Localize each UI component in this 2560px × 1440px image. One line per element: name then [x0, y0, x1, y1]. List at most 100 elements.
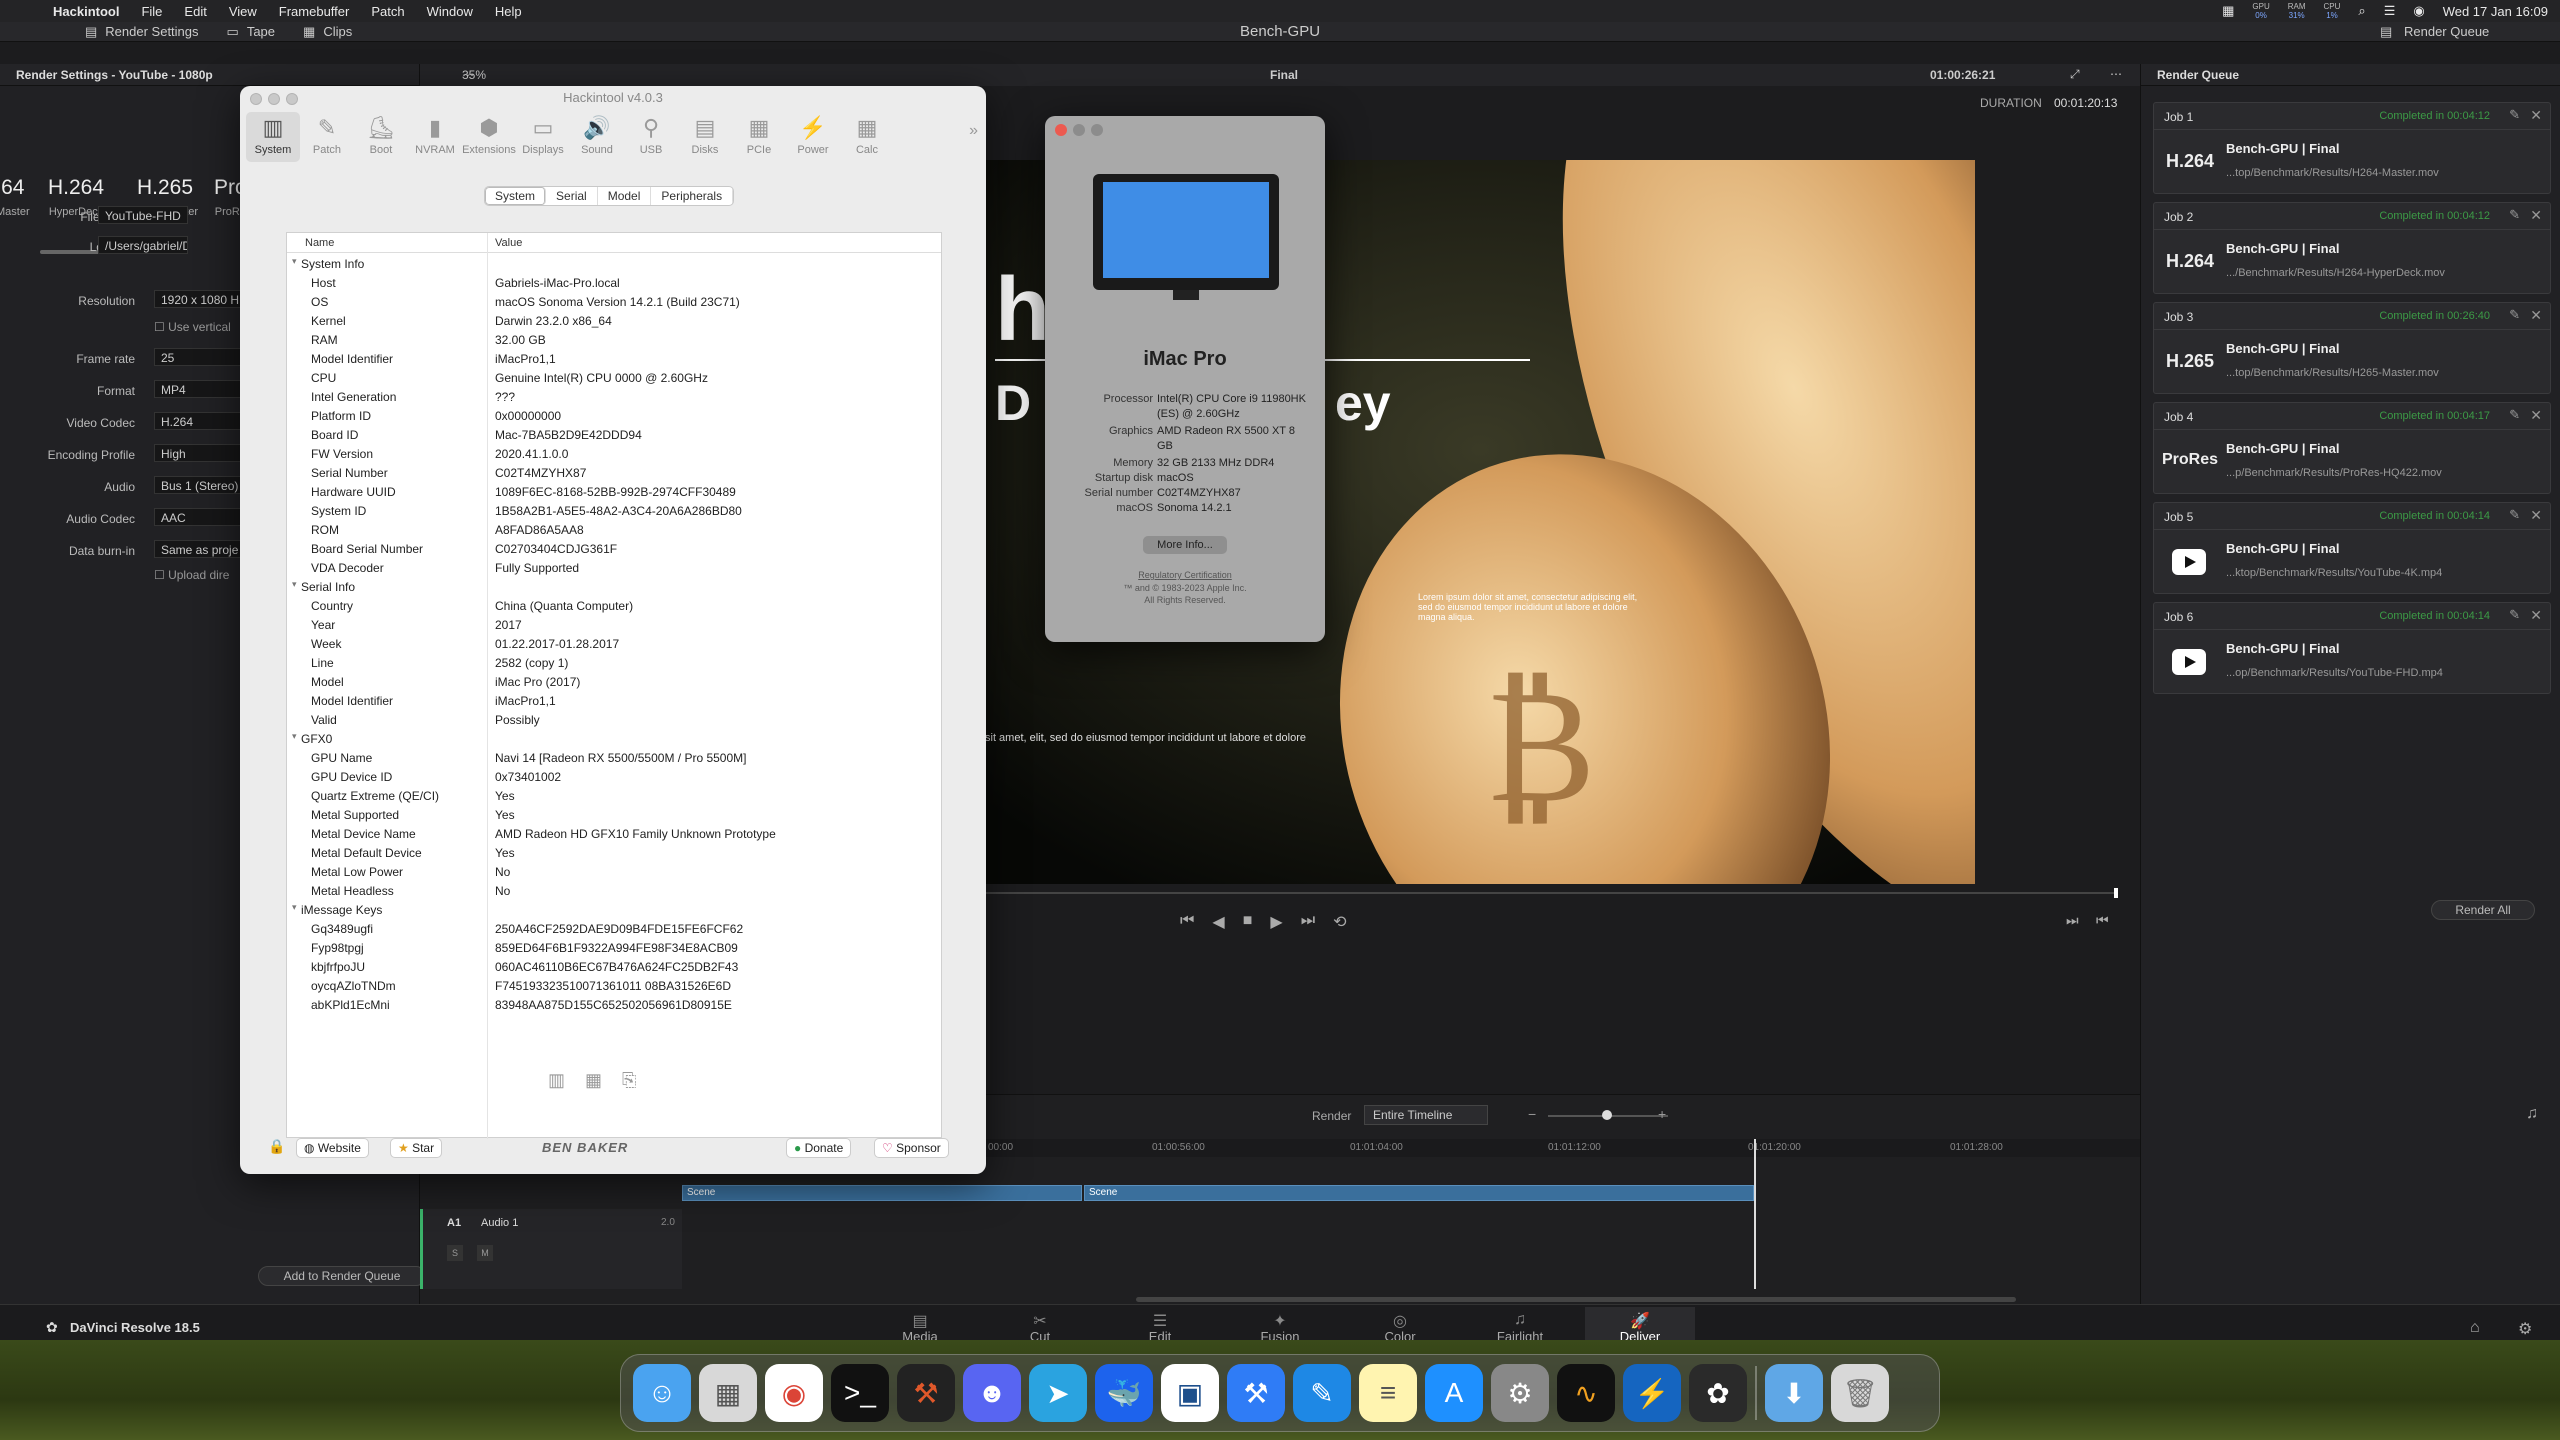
- tab-peripherals[interactable]: Peripherals: [651, 187, 734, 205]
- close-window-button[interactable]: [250, 93, 262, 105]
- table-row[interactable]: Metal Headless No: [287, 882, 941, 901]
- edit-icon[interactable]: ✎: [2509, 507, 2520, 523]
- home-icon[interactable]: ⌂: [2470, 1319, 2480, 1337]
- trash-icon[interactable]: 🗑: [1831, 1364, 1889, 1422]
- location-input[interactable]: /Users/gabriel/Desktop/B: [98, 236, 188, 254]
- fullscreen-icon[interactable]: ⤢: [2070, 67, 2080, 82]
- table-row[interactable]: Line 2582 (copy 1): [287, 654, 941, 673]
- close-icon[interactable]: ✕: [2530, 507, 2542, 524]
- table-row[interactable]: Board ID Mac-7BA5B2D9E42DDD94: [287, 426, 941, 445]
- timeline-clip[interactable]: Scene: [682, 1185, 1082, 1201]
- frame-rate-select[interactable]: 25: [154, 348, 244, 366]
- zoom-select[interactable]: 35%: [462, 68, 486, 82]
- disclosure-triangle-icon[interactable]: ▾: [292, 579, 297, 590]
- toolbar-extensions[interactable]: ⬢ Extensions: [462, 112, 516, 162]
- xcode-tools-icon[interactable]: ⚒: [897, 1364, 955, 1422]
- timeline-scrollbar[interactable]: [1136, 1297, 2016, 1302]
- ram-stat[interactable]: RAM 31%: [2288, 2, 2306, 20]
- table-row[interactable]: ROM A8FAD86A5AA8: [287, 521, 941, 540]
- zoom-in-icon[interactable]: +: [1658, 1106, 1666, 1122]
- gpu-stat[interactable]: GPU 0%: [2252, 2, 2269, 20]
- discord-icon[interactable]: ☻: [963, 1364, 1021, 1422]
- resolution-select[interactable]: 1920 x 1080 H: [154, 290, 244, 308]
- render-job[interactable]: Job 3 Completed in 00:26:40 ✎ ✕ H.265 Bench-G…: [2153, 302, 2551, 394]
- skip-to-end-icon[interactable]: ⏭: [1301, 912, 1315, 932]
- star-button[interactable]: ★ Star: [390, 1138, 443, 1158]
- minimize-window-button[interactable]: [268, 93, 280, 105]
- render-job[interactable]: Job 1 Completed in 00:04:12 ✎ ✕ H.264 Bench-G…: [2153, 102, 2551, 194]
- table-row[interactable]: Model Identifier iMacPro1,1: [287, 692, 941, 711]
- table-row[interactable]: kbjfrfpoJU 060AC46110B6EC67B476A624FC25DB…: [287, 958, 941, 977]
- skip-to-start-icon[interactable]: ⏮: [1180, 912, 1194, 932]
- playhead-marker[interactable]: [2114, 888, 2118, 898]
- render-queue-toggle[interactable]: Render Queue: [2404, 24, 2489, 39]
- system-info-table[interactable]: Name Value ▾ System Info Host Gabriels-iMac…: [286, 232, 942, 1139]
- close-icon[interactable]: ✕: [2530, 207, 2542, 224]
- table-row[interactable]: Intel Generation???: [287, 388, 941, 407]
- notes-icon[interactable]: ≡: [1359, 1364, 1417, 1422]
- mute-button[interactable]: M: [477, 1245, 493, 1261]
- cpu-stat[interactable]: CPU 1%: [2324, 2, 2341, 20]
- edit-icon[interactable]: ✎: [2509, 407, 2520, 423]
- menu-help[interactable]: Help: [484, 4, 533, 19]
- activity-monitor-icon[interactable]: ∿: [1557, 1364, 1615, 1422]
- toolbar-displays[interactable]: ▭ Displays: [516, 112, 570, 162]
- render-job[interactable]: Job 5 Completed in 00:04:14 ✎ ✕ Bench-GPU | …: [2153, 502, 2551, 594]
- minimize-window-button[interactable]: [1073, 124, 1085, 136]
- audio-select[interactable]: Bus 1 (Stereo): [154, 476, 244, 494]
- table-row[interactable]: CPU Genuine Intel(R) CPU 0000 @ 2.60GHz: [287, 369, 941, 388]
- prev-clip-icon[interactable]: ⏮: [2096, 912, 2109, 929]
- control-center-icon[interactable]: ☰: [2384, 3, 2396, 19]
- table-row[interactable]: RAM 32.00 GB: [287, 331, 941, 350]
- lock-icon[interactable]: 🔒: [268, 1138, 285, 1155]
- xcode-icon[interactable]: ⚒: [1227, 1364, 1285, 1422]
- docker-icon[interactable]: 🐳: [1095, 1364, 1153, 1422]
- toolbar-calc[interactable]: ▦ Calc: [840, 112, 894, 162]
- table-row[interactable]: OS macOS Sonoma Version 14.2.1 (Build 23C…: [287, 293, 941, 312]
- loop-icon[interactable]: ⟲: [1333, 912, 1346, 932]
- timeline-playhead[interactable]: [1754, 1139, 1756, 1289]
- table-row[interactable]: Host Gabriels-iMac-Pro.local: [287, 274, 941, 293]
- viewer-mode-select[interactable]: Final: [1270, 68, 1298, 82]
- menu-file[interactable]: File: [130, 4, 173, 19]
- close-icon[interactable]: ✕: [2530, 607, 2542, 624]
- render-job[interactable]: Job 2 Completed in 00:04:12 ✎ ✕ H.264 Bench-G…: [2153, 202, 2551, 294]
- tape-toggle[interactable]: Tape: [247, 24, 275, 39]
- davinci-resolve-icon[interactable]: ✿: [1689, 1364, 1747, 1422]
- table-row[interactable]: Metal Default Device Yes: [287, 844, 941, 863]
- audio-codec-select[interactable]: AAC: [154, 508, 244, 526]
- sketch-icon[interactable]: ✎: [1293, 1364, 1351, 1422]
- close-icon[interactable]: ✕: [2530, 107, 2542, 124]
- zoom-window-button[interactable]: [286, 93, 298, 105]
- zoom-out-icon[interactable]: −: [1528, 1106, 1536, 1122]
- menu-window[interactable]: Window: [416, 4, 484, 19]
- table-row[interactable]: GPU Device ID 0x73401002: [287, 768, 941, 787]
- launchpad-icon[interactable]: ▦: [699, 1364, 757, 1422]
- gear-icon[interactable]: ⚙: [2518, 1319, 2532, 1339]
- table-row[interactable]: Week 01.22.2017-01.28.2017: [287, 635, 941, 654]
- table-row[interactable]: Model iMac Pro (2017): [287, 673, 941, 692]
- table-row[interactable]: Metal Low Power No: [287, 863, 941, 882]
- table-row[interactable]: Board Serial Number C02703404CDJG361F: [287, 540, 941, 559]
- timeline-zoom-handle[interactable]: [1602, 1110, 1612, 1120]
- grid-icon[interactable]: ▦: [2222, 3, 2234, 19]
- render-job[interactable]: Job 6 Completed in 00:04:14 ✎ ✕ Bench-GPU | …: [2153, 602, 2551, 694]
- toolbar-system[interactable]: ▥ System: [246, 112, 300, 162]
- downloads-icon[interactable]: ⬇: [1765, 1364, 1823, 1422]
- barcode-icon[interactable]: ▥: [548, 1070, 565, 1091]
- table-group-row[interactable]: ▾ System Info: [287, 255, 941, 274]
- toolbar-nvram[interactable]: ▮ NVRAM: [408, 112, 462, 162]
- play-icon[interactable]: ▶: [1270, 912, 1282, 932]
- table-row[interactable]: Platform ID 0x00000000: [287, 407, 941, 426]
- close-window-button[interactable]: [1055, 124, 1067, 136]
- toolbar-overflow-icon[interactable]: »: [969, 122, 978, 140]
- stop-icon[interactable]: ■: [1243, 912, 1253, 932]
- table-row[interactable]: abKPld1EcMni 83948AA875D155C652502056961D…: [287, 996, 941, 1015]
- scrubber-bar[interactable]: [985, 892, 2115, 894]
- disclosure-triangle-icon[interactable]: ▾: [292, 256, 297, 267]
- table-row[interactable]: Kernel Darwin 23.2.0 x86_64: [287, 312, 941, 331]
- table-row[interactable]: VDA Decoder Fully Supported: [287, 559, 941, 578]
- table-row[interactable]: Country China (Quanta Computer): [287, 597, 941, 616]
- table-row[interactable]: Gq3489ugfi 250A46CF2592DAE9D09B4FDE15FE6F…: [287, 920, 941, 939]
- more-info-button[interactable]: More Info...: [1143, 536, 1227, 554]
